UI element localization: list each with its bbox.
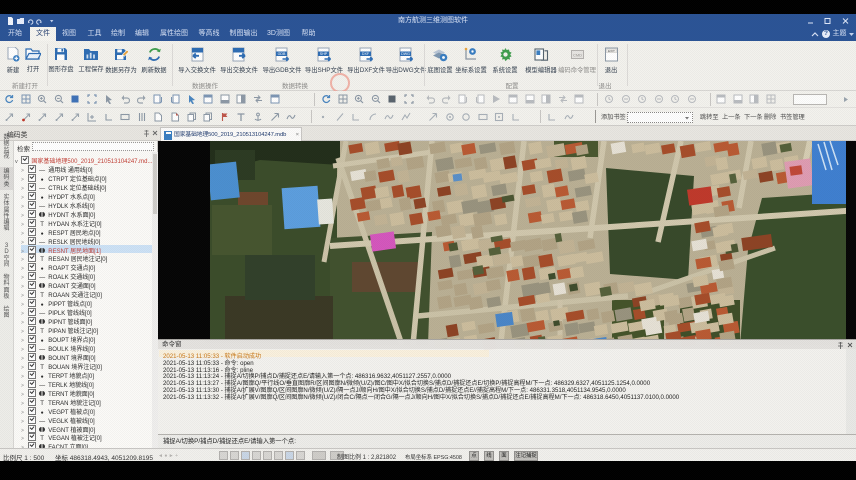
svg-text:DXF: DXF	[362, 52, 370, 56]
svg-text:EXIT: EXIT	[608, 49, 615, 53]
svg-text:SHP: SHP	[320, 52, 328, 56]
svg-text:DWG: DWG	[401, 52, 410, 56]
svg-text:GDB: GDB	[278, 52, 286, 56]
svg-text:CMD: CMD	[572, 52, 581, 57]
